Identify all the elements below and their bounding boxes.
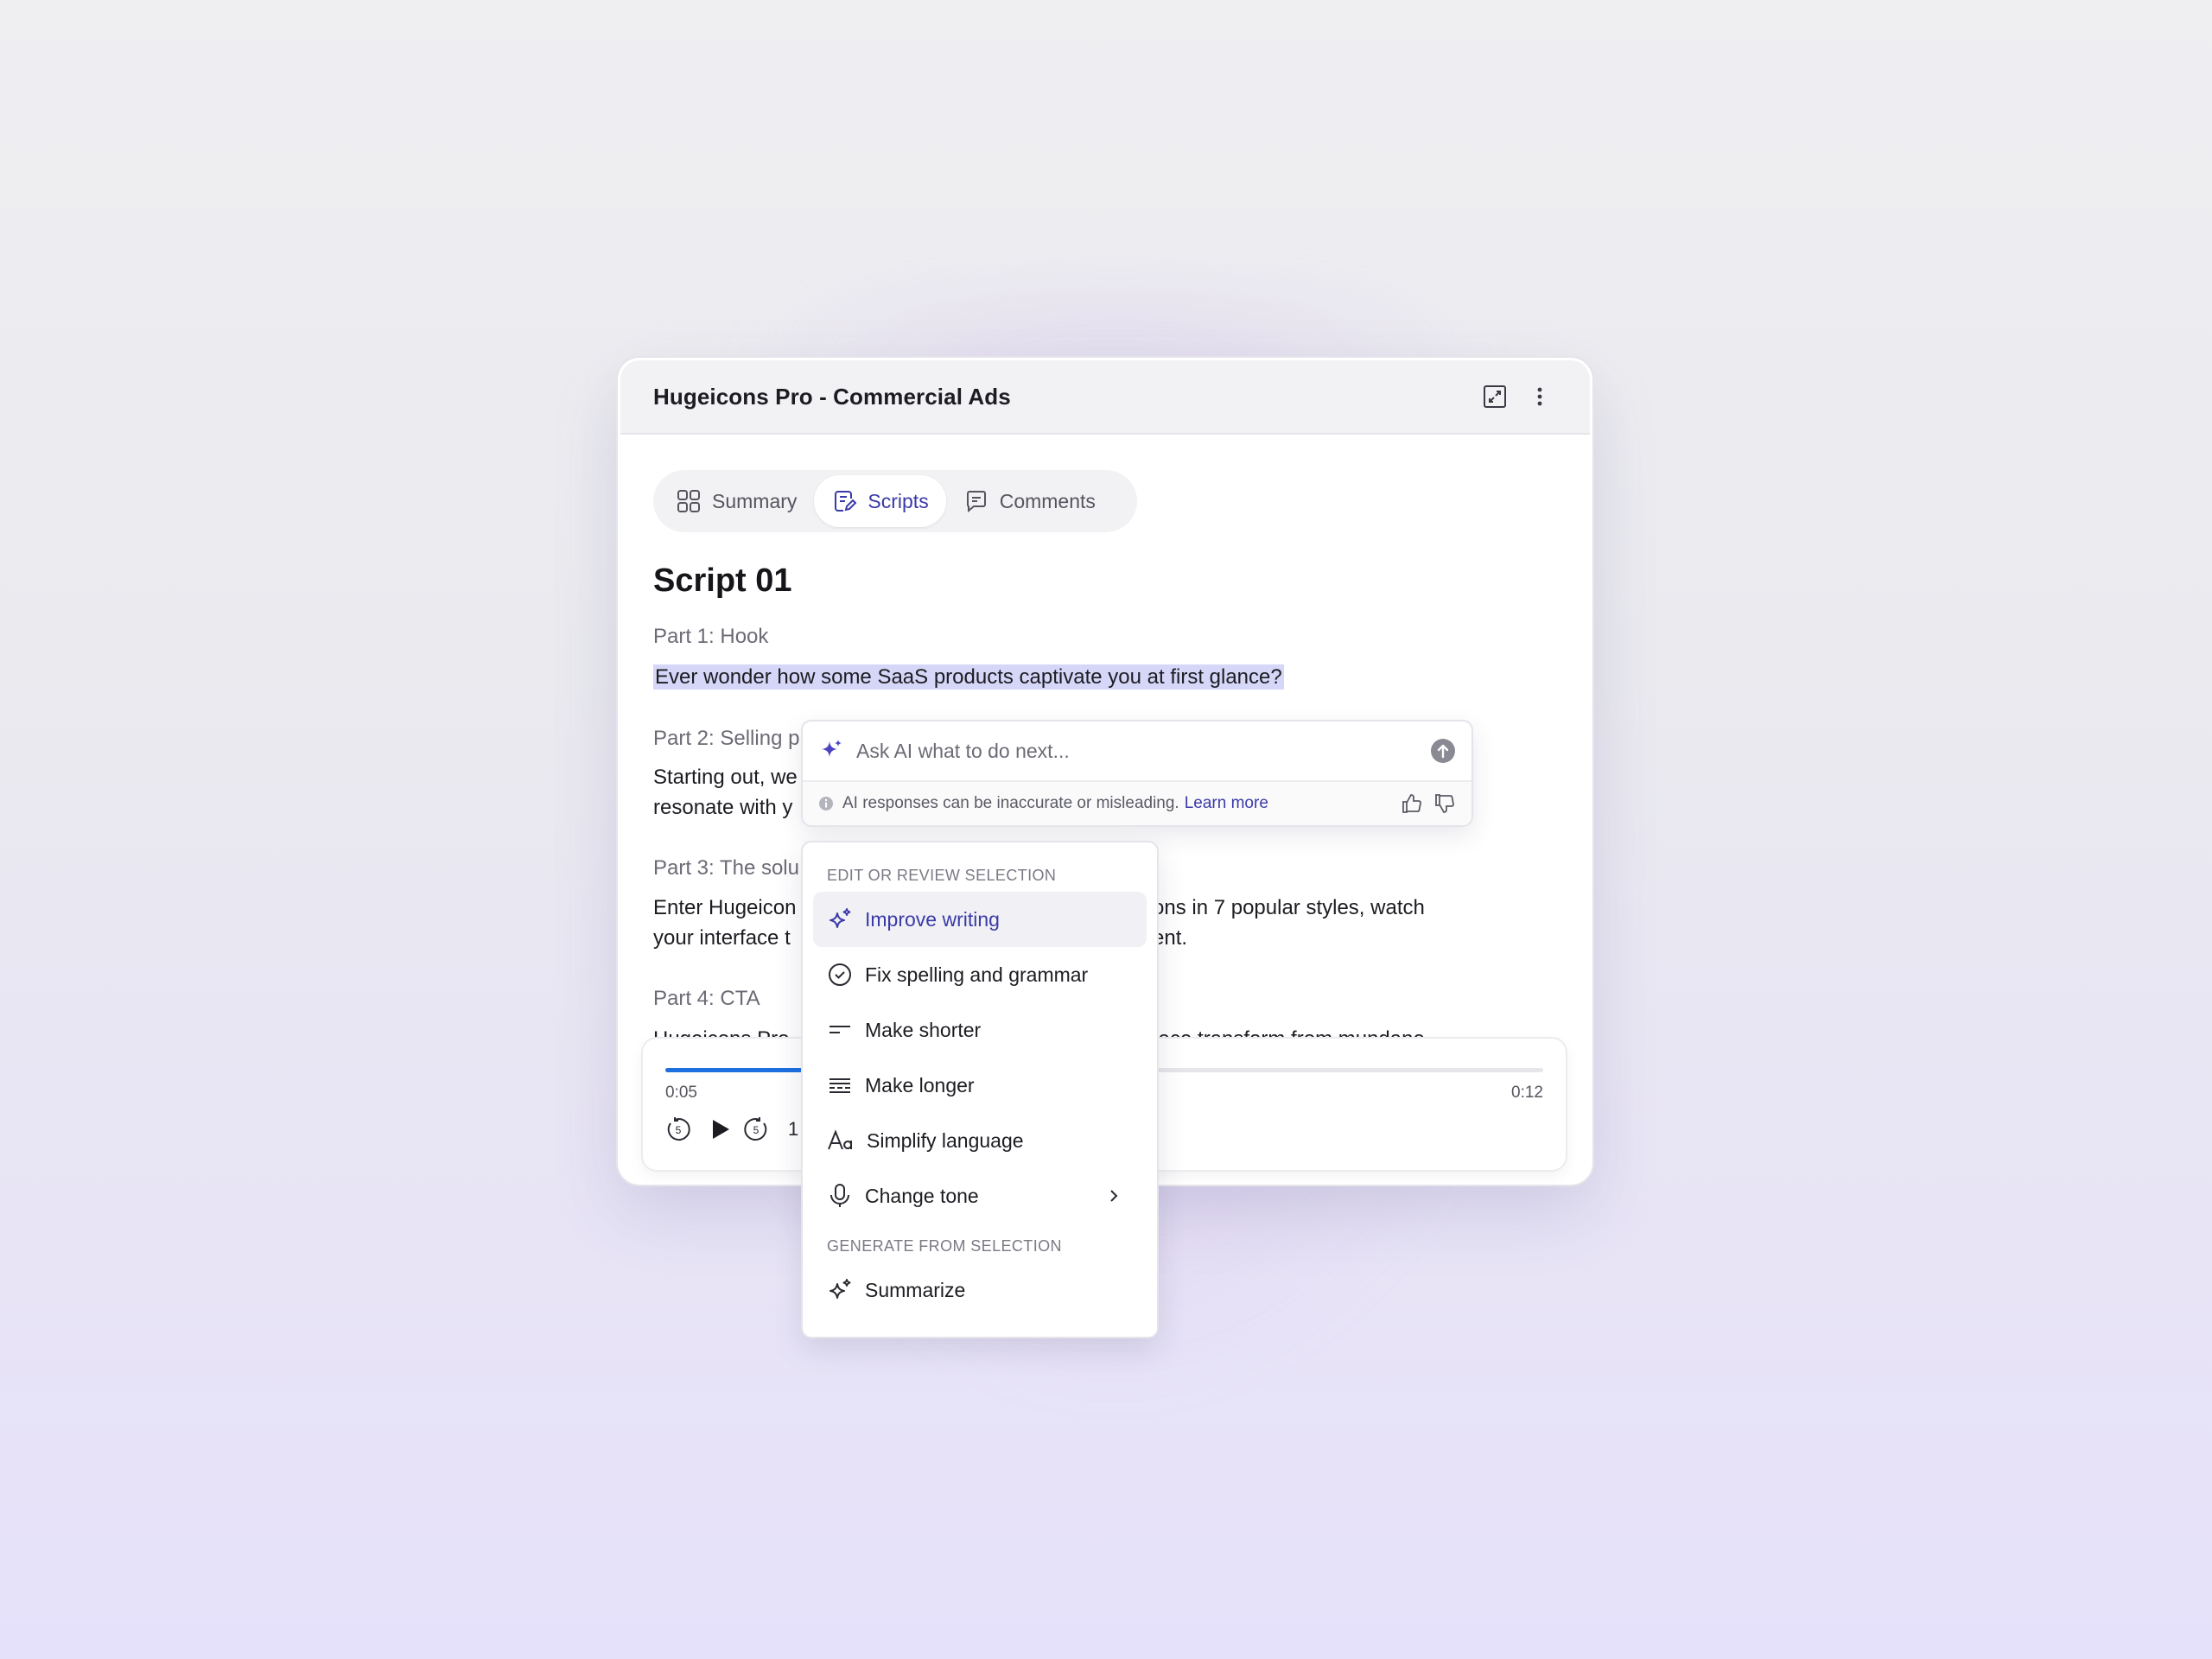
script-title: Script 01 [653, 563, 792, 599]
part3-line1-end: ons in 7 popular styles, watch [1153, 896, 1425, 919]
tab-scripts-label: Scripts [868, 489, 929, 512]
ai-sparkle-icon [822, 740, 842, 757]
total-time: 0:12 [1511, 1084, 1543, 1102]
message-icon [966, 491, 986, 513]
menu-item-simplify-language[interactable]: Simplify language [813, 1113, 1147, 1168]
part3-line2-start: your interface t [653, 926, 791, 950]
send-icon[interactable] [1430, 738, 1456, 764]
menu-item-fix-spelling[interactable]: Fix spelling and grammar [813, 947, 1147, 1002]
window-title: Hugeicons Pro - Commercial Ads [653, 383, 1011, 410]
thumbs-down-icon[interactable] [1433, 792, 1456, 815]
tab-summary-label: Summary [712, 489, 798, 512]
learn-more-link[interactable]: Learn more [1185, 794, 1268, 813]
current-time: 0:05 [665, 1084, 697, 1102]
svg-text:5: 5 [753, 1124, 760, 1136]
part1-label: Part 1: Hook [653, 625, 769, 648]
grid-icon [677, 490, 700, 512]
menu-item-label: Summarize [865, 1278, 966, 1301]
menu-item-label: Simplify language [867, 1128, 1024, 1152]
menu-item-label: Improve writing [865, 907, 1000, 931]
tab-scripts[interactable]: Scripts [814, 475, 946, 527]
menu-item-label: Change tone [865, 1184, 979, 1207]
play-icon[interactable] [709, 1116, 733, 1142]
tab-summary[interactable]: Summary [658, 475, 814, 527]
expand-icon[interactable] [1478, 379, 1512, 414]
window-header: Hugeicons Pro - Commercial Ads [620, 360, 1590, 435]
sparkle-icon [830, 1279, 851, 1299]
forward-5-icon[interactable]: 5 [743, 1116, 769, 1142]
ai-prompt-input[interactable] [856, 739, 1430, 763]
menu-section-generate: GENERATE FROM SELECTION [827, 1237, 1062, 1255]
ai-disclaimer: AI responses can be inaccurate or mislea… [842, 794, 1179, 812]
menu-item-change-tone[interactable]: Change tone [813, 1168, 1147, 1224]
text-short-icon [830, 1026, 850, 1033]
mic-icon [830, 1184, 849, 1207]
playback-speed[interactable]: 1 [788, 1116, 798, 1142]
menu-item-label: Fix spelling and grammar [865, 963, 1089, 986]
more-vertical-icon[interactable] [1522, 379, 1557, 414]
selected-text[interactable]: Ever wonder how some SaaS products capti… [653, 664, 1284, 690]
menu-item-summarize[interactable]: Summarize [813, 1262, 1147, 1318]
menu-item-make-longer[interactable]: Make longer [813, 1058, 1147, 1113]
check-circle-icon [829, 963, 851, 986]
tab-comments[interactable]: Comments [946, 475, 1113, 527]
tab-bar: Summary Scripts Comments [653, 470, 1137, 532]
rewind-5-icon[interactable]: 5 [665, 1116, 691, 1142]
menu-section-edit: EDIT OR REVIEW SELECTION [827, 867, 1057, 884]
part4-label: Part 4: CTA [653, 987, 760, 1010]
ai-actions-menu: EDIT OR REVIEW SELECTION Improve writing… [801, 841, 1159, 1338]
menu-item-label: Make shorter [865, 1018, 982, 1041]
chevron-right-icon [1110, 1190, 1118, 1202]
ai-disclaimer-row: AI responses can be inaccurate or mislea… [803, 782, 1471, 825]
part3-label: Part 3: The solu [653, 856, 799, 880]
ai-prompt-box: AI responses can be inaccurate or mislea… [801, 720, 1473, 827]
part2-label: Part 2: Selling p [653, 727, 800, 750]
note-edit-icon [835, 491, 857, 512]
text-long-icon [830, 1078, 850, 1093]
thumbs-up-icon[interactable] [1401, 792, 1423, 815]
menu-item-make-shorter[interactable]: Make shorter [813, 1002, 1147, 1058]
part3-line1-start: Enter Hugeicon [653, 896, 797, 919]
svg-text:5: 5 [676, 1124, 682, 1136]
font-icon [828, 1129, 852, 1150]
info-icon [819, 797, 833, 810]
menu-item-improve-writing[interactable]: Improve writing [813, 892, 1147, 947]
part1-text: Ever wonder how some SaaS products capti… [653, 662, 1500, 692]
tab-comments-label: Comments [999, 489, 1096, 512]
ai-input-row [803, 721, 1471, 782]
sparkle-icon [830, 908, 851, 928]
menu-item-label: Make longer [865, 1073, 975, 1096]
